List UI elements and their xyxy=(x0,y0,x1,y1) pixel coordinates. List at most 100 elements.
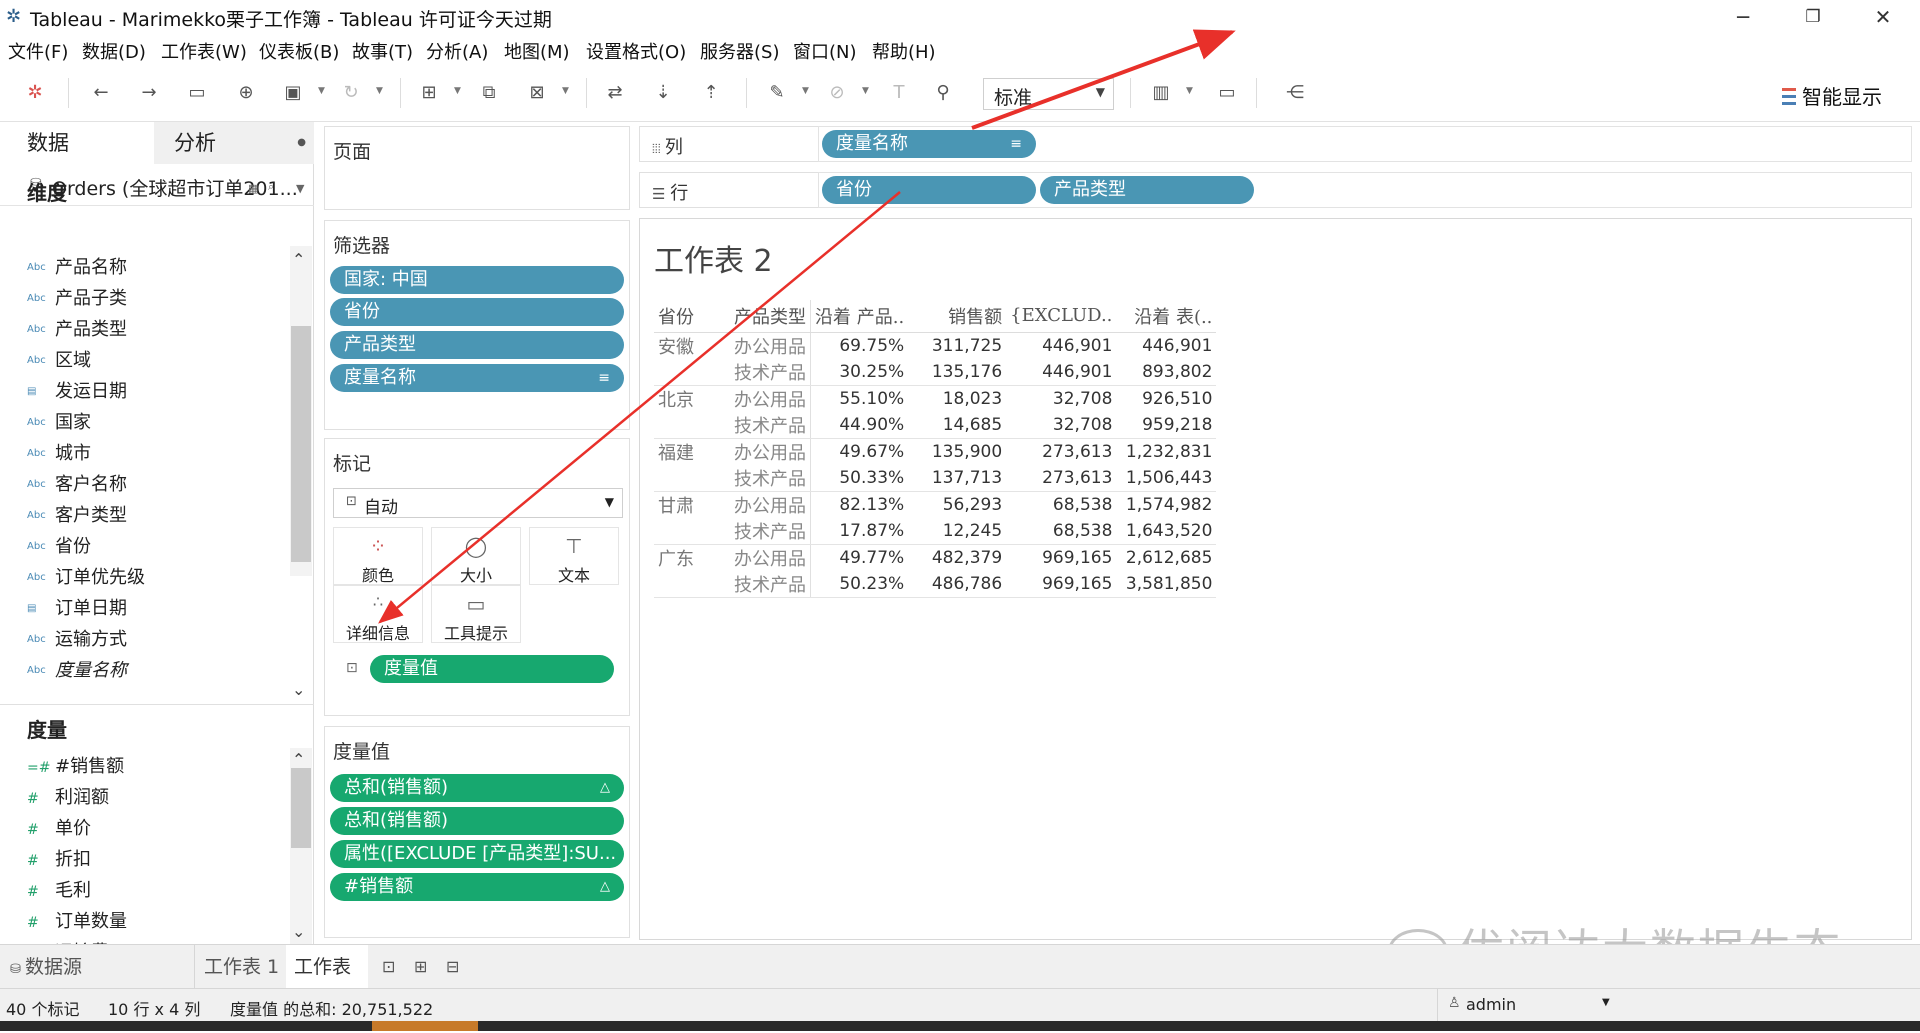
marks-detail-button[interactable]: ∴ 详细信息 xyxy=(333,585,423,643)
menu-data[interactable]: 数据(D) xyxy=(82,38,146,64)
user-menu[interactable]: ♙ admin ▼ xyxy=(1437,988,1617,1021)
filter-pill-measure-names[interactable]: 度量名称 ≡ xyxy=(330,364,624,392)
scroll-down-icon[interactable]: ⌄ xyxy=(292,680,305,699)
percent-cell[interactable]: 69.75% xyxy=(810,332,909,359)
exclude-cell[interactable]: 32,708 xyxy=(1006,385,1116,412)
show-labels-icon[interactable]: T xyxy=(888,82,910,104)
clear-sheet-icon[interactable]: ⊠ xyxy=(526,82,548,104)
running-total-cell[interactable]: 2,612,685 xyxy=(1116,544,1216,571)
swap-rows-columns-icon[interactable]: ⇄ xyxy=(604,82,626,104)
search-icon[interactable]: ⌕ xyxy=(268,180,274,194)
header-sales[interactable]: 销售额 xyxy=(908,300,1007,333)
percent-cell[interactable]: 17.87% xyxy=(810,517,909,545)
group-dropdown-icon[interactable]: ▼ xyxy=(862,86,869,96)
pane-menu-icon[interactable]: ● xyxy=(297,122,306,164)
measure-field[interactable]: # 单价 xyxy=(27,814,91,842)
tab-sheet-2[interactable]: 工作表 2 xyxy=(286,945,368,1022)
category-cell[interactable]: 办公用品 xyxy=(730,332,811,359)
category-cell[interactable]: 技术产品 xyxy=(730,464,811,492)
category-cell[interactable]: 办公用品 xyxy=(730,385,811,412)
province-cell[interactable]: 北京 xyxy=(654,385,730,439)
sales-cell[interactable]: 486,786 xyxy=(908,570,1007,598)
province-cell[interactable]: 甘肃 xyxy=(654,491,730,545)
measure-value-pill[interactable]: #销售额 △ xyxy=(330,873,624,901)
running-total-cell[interactable]: 446,901 xyxy=(1116,332,1216,359)
table-row[interactable]: 技术产品 30.25% 135,176 446,901 893,802 xyxy=(654,358,1217,386)
category-cell[interactable]: 技术产品 xyxy=(730,411,811,439)
sales-cell[interactable]: 14,685 xyxy=(908,411,1007,439)
sort-descending-icon[interactable]: ⇡ xyxy=(700,82,722,104)
view-size-select[interactable]: 标准 ▼ xyxy=(983,78,1114,110)
measure-field[interactable]: # 折扣 xyxy=(27,845,91,873)
measures-scroll-thumb[interactable] xyxy=(291,768,311,848)
percent-cell[interactable]: 49.77% xyxy=(810,544,909,571)
new-datasource-icon[interactable]: ⊕ xyxy=(235,82,257,104)
restore-button[interactable]: ❐ xyxy=(1790,2,1836,32)
running-total-cell[interactable]: 1,574,982 xyxy=(1116,491,1216,518)
text-pill-measure-values[interactable]: 度量值 xyxy=(370,655,614,683)
percent-cell[interactable]: 49.67% xyxy=(810,438,909,465)
dimension-field[interactable]: Abc 产品类型 xyxy=(27,315,127,343)
percent-cell[interactable]: 30.25% xyxy=(810,358,909,386)
percent-cell[interactable]: 82.13% xyxy=(810,491,909,518)
mark-type-select[interactable]: ⊡ 自动 ▼ xyxy=(333,488,623,518)
refresh-dropdown-icon[interactable]: ▼ xyxy=(376,86,383,96)
category-cell[interactable]: 办公用品 xyxy=(730,491,811,518)
sales-cell[interactable]: 135,900 xyxy=(908,438,1006,465)
measure-value-pill[interactable]: 总和(销售额) △ xyxy=(330,774,624,802)
filter-pill-country[interactable]: 国家: 中国 xyxy=(330,266,624,294)
tab-analysis[interactable]: 分析 ● xyxy=(154,122,314,164)
percent-cell[interactable]: 50.23% xyxy=(810,570,909,598)
dimension-field[interactable]: Abc 客户名称 xyxy=(27,470,127,498)
menu-server[interactable]: 服务器(S) xyxy=(700,38,779,64)
duplicate-sheet-icon[interactable]: ⧉ xyxy=(478,82,500,104)
rows-pill-province[interactable]: 省份 xyxy=(822,176,1036,204)
dimension-field[interactable]: Abc 客户类型 xyxy=(27,501,127,529)
dimension-field[interactable]: Abc 国家 xyxy=(27,408,91,436)
percent-cell[interactable]: 55.10% xyxy=(810,385,909,412)
dimension-field[interactable]: Abc 区域 xyxy=(27,346,91,374)
dimension-field[interactable]: ▤ 订单日期 xyxy=(27,594,127,622)
tab-data[interactable]: 数据 xyxy=(0,122,154,164)
exclude-cell[interactable]: 32,708 xyxy=(1006,411,1117,439)
highlight-dropdown-icon[interactable]: ▼ xyxy=(802,86,809,96)
percent-cell[interactable]: 44.90% xyxy=(810,411,909,439)
exclude-cell[interactable]: 273,613 xyxy=(1006,438,1116,465)
sort-ascending-icon[interactable]: ⇣ xyxy=(652,82,674,104)
menu-analysis[interactable]: 分析(A) xyxy=(426,38,488,64)
new-sheet-icon[interactable]: ⊞ xyxy=(418,82,440,104)
running-total-cell[interactable]: 926,510 xyxy=(1116,385,1216,412)
measure-field[interactable]: =# #销售额 xyxy=(27,752,124,780)
columns-pill-measure-names[interactable]: 度量名称 ≡ xyxy=(822,130,1036,158)
running-total-cell[interactable]: 3,581,850 xyxy=(1116,570,1217,598)
measure-value-pill[interactable]: 属性([EXCLUDE [产品类型]:SU... xyxy=(330,840,624,868)
dimension-field[interactable]: Abc 城市 xyxy=(27,439,91,467)
sales-cell[interactable]: 56,293 xyxy=(908,491,1006,518)
category-cell[interactable]: 技术产品 xyxy=(730,570,811,598)
menu-file[interactable]: 文件(F) xyxy=(8,38,68,64)
dimension-field[interactable]: Abc 产品名称 xyxy=(27,253,127,281)
measure-field[interactable]: # 利润额 xyxy=(27,783,109,811)
dimension-field[interactable]: Abc 产品子类 xyxy=(27,284,127,312)
running-total-cell[interactable]: 893,802 xyxy=(1116,358,1217,386)
category-cell[interactable]: 办公用品 xyxy=(730,544,811,571)
running-total-cell[interactable]: 959,218 xyxy=(1116,411,1217,439)
menu-map[interactable]: 地图(M) xyxy=(504,38,570,64)
header-exclude[interactable]: {EXCLUD.. xyxy=(1006,300,1117,333)
sales-cell[interactable]: 135,176 xyxy=(908,358,1007,386)
table-row[interactable]: 甘肃 办公用品 82.13% 56,293 68,538 1,574,982 xyxy=(654,491,1216,545)
menu-story[interactable]: 故事(T) xyxy=(352,38,413,64)
show-cards-icon[interactable]: ▥ xyxy=(1150,82,1172,104)
smart-show-button[interactable]: 智能显示 xyxy=(1782,81,1882,110)
scroll-up-icon[interactable]: ⌃ xyxy=(292,250,305,269)
exclude-cell[interactable]: 969,165 xyxy=(1006,544,1116,571)
new-worksheet-icon[interactable]: ⊡ xyxy=(382,945,395,989)
fix-axes-icon[interactable]: ⚲ xyxy=(932,82,954,104)
new-story-icon[interactable]: ⊟ xyxy=(446,945,459,989)
sales-cell[interactable]: 18,023 xyxy=(908,385,1006,412)
sales-cell[interactable]: 137,713 xyxy=(908,464,1007,492)
header-running-total[interactable]: 沿着 表(.. xyxy=(1116,300,1217,333)
pages-card[interactable]: 页面 xyxy=(324,126,630,210)
new-dashboard-icon[interactable]: ⊞ xyxy=(414,945,427,989)
rows-pill-product-type[interactable]: 产品类型 xyxy=(1040,176,1254,204)
